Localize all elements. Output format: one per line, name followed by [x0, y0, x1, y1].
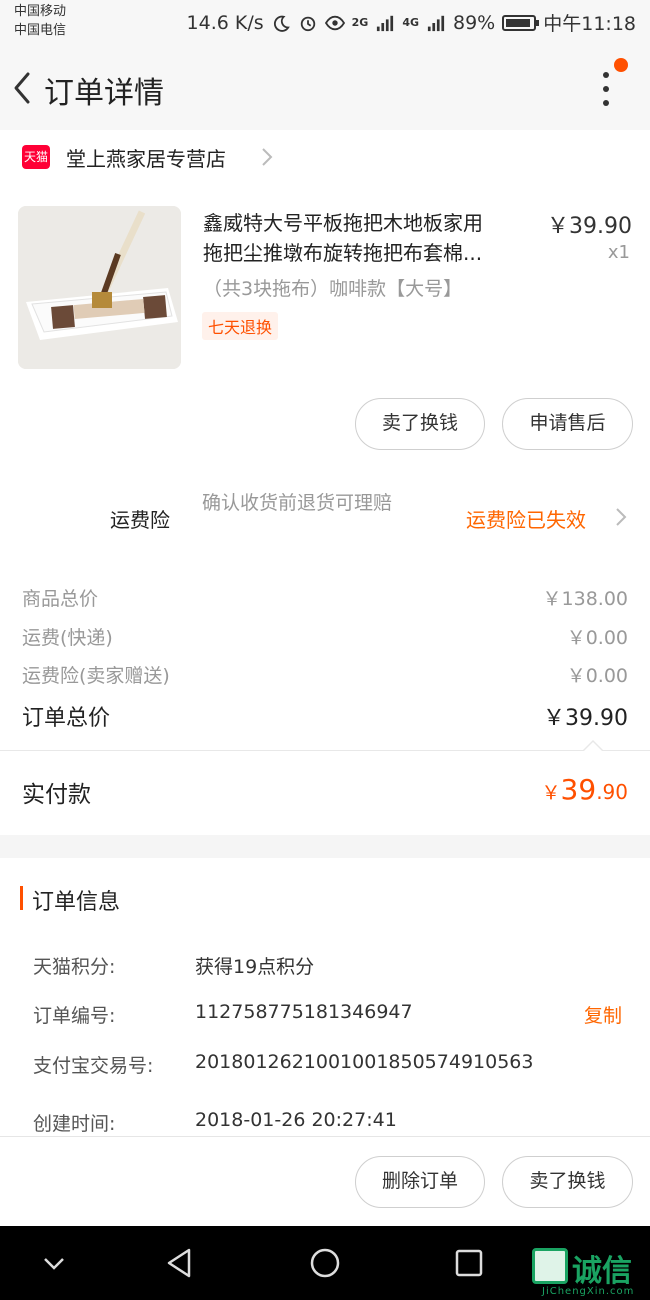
chevron-down-icon[interactable]: [37, 1246, 71, 1280]
watermark-icon: [532, 1248, 568, 1284]
shipping-row: 运费(快递) ￥0.00: [22, 623, 628, 650]
goods-total-label: 商品总价: [22, 588, 99, 610]
product-price: ￥39.90: [547, 214, 632, 239]
goods-total-value: ￥138.00: [542, 588, 628, 610]
alarm-icon: [300, 16, 315, 31]
paid-decimal: .90: [596, 780, 628, 804]
back-triangle-icon[interactable]: [163, 1246, 197, 1280]
product-title-line2: 拖把尘推墩布旋转拖把布套棉...: [203, 241, 483, 265]
battery-percent: 89%: [453, 11, 496, 34]
notification-dot: [614, 58, 628, 72]
insurance-fee-row: 运费险(卖家赠送) ￥0.00: [22, 661, 628, 688]
signal-bars-icon: [377, 15, 394, 31]
sell-exchange-button-bottom[interactable]: 卖了换钱: [502, 1156, 633, 1208]
shop-name[interactable]: 堂上燕家居专营店: [66, 143, 226, 172]
paid-label: 实付款: [22, 782, 91, 808]
moon-icon: [273, 15, 290, 32]
order-total-label: 订单总价: [22, 706, 111, 731]
bottom-action-bar: 删除订单 卖了换钱: [0, 1136, 650, 1226]
product-qty: x1: [607, 242, 630, 263]
delete-order-button[interactable]: 删除订单: [355, 1156, 485, 1208]
chevron-right-icon: [616, 508, 627, 526]
carrier-2: 中国电信: [14, 23, 67, 38]
insurance-desc: 确认收货前退货可理赔: [202, 492, 393, 514]
recents-square-icon[interactable]: [452, 1246, 486, 1280]
pointer-notch-inner: [583, 742, 603, 752]
chevron-left-icon[interactable]: [10, 70, 34, 106]
order-number-value: 112758775181346947: [195, 1001, 413, 1023]
page-title: 订单详情: [44, 76, 164, 111]
goods-total-row: 商品总价 ￥138.00: [22, 584, 628, 611]
paid-amount-row: 实付款 ￥39.90: [0, 751, 650, 835]
product-title-line1: 鑫威特大号平板拖把木地板家用: [203, 211, 483, 235]
paid-currency: ￥: [541, 782, 561, 804]
created-time-label: 创建时间:: [33, 1113, 116, 1135]
net-speed: 14.6 K/s: [186, 11, 264, 34]
clock: 中午11:18: [543, 13, 636, 35]
price-summary: 商品总价 ￥138.00 运费(快递) ￥0.00 运费险(卖家赠送) ￥0.0…: [0, 562, 650, 750]
more-vertical-icon[interactable]: [594, 68, 618, 110]
return-policy-tag: 七天退换: [202, 312, 279, 340]
status-bar: 中国移动 中国电信 14.6 K/s 2G 4G 89% 中午11:18: [0, 0, 650, 46]
watermark-logo: 诚信 JiChengXin.com: [532, 1244, 648, 1300]
shipping-insurance-row[interactable]: 运费险 确认收货前退货可理赔 运费险已失效: [0, 472, 650, 562]
insurance-status: 运费险已失效: [466, 508, 586, 532]
order-info-title: 订单信息: [32, 890, 121, 915]
mop-image-icon: [18, 206, 181, 369]
watermark-text: 诚信: [572, 1254, 632, 1289]
points-label: 天猫积分:: [33, 956, 116, 978]
shipping-label: 运费(快递): [22, 627, 113, 649]
product-thumbnail[interactable]: [18, 206, 181, 369]
copy-button[interactable]: 复制: [584, 1001, 622, 1028]
product-title[interactable]: 鑫威特大号平板拖把木地板家用 拖把尘推墩布旋转拖把布套棉...: [203, 208, 533, 268]
chevron-right-icon: [262, 148, 273, 166]
product-sku: （共3块拖布）咖啡款【大号】: [203, 278, 463, 300]
signal-2g: 2G: [351, 16, 369, 29]
insurance-label: 运费险: [110, 508, 170, 532]
watermark-sub: JiChengXin.com: [542, 1286, 635, 1297]
shop-row[interactable]: 天猫 堂上燕家居专营店: [0, 130, 650, 182]
paid-integer: 39: [560, 773, 597, 806]
signal-4g: 4G: [402, 16, 419, 29]
insurance-fee-label: 运费险(卖家赠送): [22, 665, 170, 687]
tmall-logo-icon: 天猫: [22, 145, 50, 169]
sell-exchange-button[interactable]: 卖了换钱: [355, 398, 485, 450]
created-time-value: 2018-01-26 20:27:41: [195, 1109, 397, 1131]
header: 订单详情: [0, 46, 650, 130]
home-circle-icon[interactable]: [308, 1246, 342, 1280]
shipping-value: ￥0.00: [566, 627, 628, 649]
carrier-1: 中国移动: [14, 4, 67, 19]
order-number-label: 订单编号:: [33, 1005, 116, 1027]
insurance-fee-value: ￥0.00: [566, 665, 628, 687]
order-info-section: 订单信息 天猫积分: 获得19点积分 订单编号: 112758775181346…: [0, 858, 650, 1136]
alipay-label: 支付宝交易号:: [33, 1055, 154, 1077]
battery-icon: [502, 14, 540, 31]
alipay-value: 2018012621001001850574910563: [195, 1051, 534, 1073]
section-accent-bar: [20, 886, 23, 910]
paid-amount: ￥39.90: [542, 773, 628, 806]
points-value: 获得19点积分: [195, 956, 315, 978]
after-sale-button[interactable]: 申请售后: [502, 398, 633, 450]
status-icons: 14.6 K/s 2G 4G 89% 中午11:18: [187, 9, 636, 36]
order-total-value: ￥39.90: [543, 706, 628, 731]
signal-bars-icon-2: [427, 15, 445, 31]
product-card: 鑫威特大号平板拖把木地板家用 拖把尘推墩布旋转拖把布套棉... ￥39.90 x…: [0, 182, 650, 472]
order-total-row: 订单总价 ￥39.90: [22, 700, 628, 732]
eye-icon: [324, 15, 345, 30]
